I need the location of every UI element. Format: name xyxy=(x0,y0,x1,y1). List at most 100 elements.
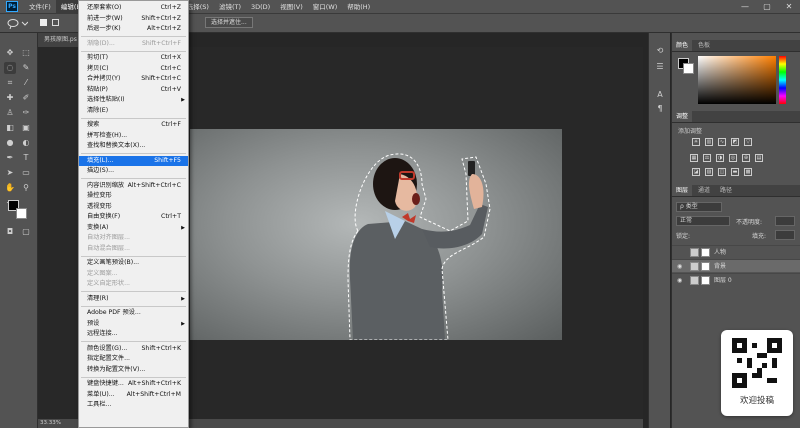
minimize-icon[interactable]: — xyxy=(734,0,756,14)
quick-mask-icon[interactable]: ◘ xyxy=(4,226,16,238)
new-selection-icon[interactable] xyxy=(40,19,47,26)
edit-menu-item[interactable]: 查找和替换文本(X)... xyxy=(79,141,188,151)
document-image[interactable] xyxy=(190,129,562,340)
edit-menu-item[interactable]: 预设 ▶ xyxy=(79,319,188,329)
visibility-eye-icon[interactable]: ◉ xyxy=(677,274,682,287)
edit-menu-item[interactable]: 透视变形 xyxy=(79,202,188,212)
tab-color[interactable]: 颜色 xyxy=(672,40,693,51)
menu-6[interactable]: 滤镜(T) xyxy=(214,0,246,14)
edit-menu-item[interactable]: 填充(L)... Shift+F5 xyxy=(79,155,188,166)
paragraph-panel-icon[interactable]: ¶ xyxy=(654,103,666,115)
shape-tool-icon[interactable]: ▭ xyxy=(20,167,32,179)
edit-menu-item[interactable]: 颜色设置(G)... Shift+Ctrl+K xyxy=(79,344,188,354)
brightness-icon[interactable]: ☀ xyxy=(692,138,700,146)
edit-menu-item[interactable]: Adobe PDF 预设... xyxy=(79,308,188,318)
blur-tool-icon[interactable]: ● xyxy=(4,137,16,149)
edit-menu-item[interactable]: 拷贝(C) Ctrl+C xyxy=(79,64,188,74)
dodge-tool-icon[interactable]: ◐ xyxy=(20,137,32,149)
properties-panel-icon[interactable]: ☰ xyxy=(654,61,666,73)
edit-menu-item[interactable]: 拼写检查(H)... xyxy=(79,131,188,141)
color-bg-swatch[interactable] xyxy=(683,63,694,74)
lasso-tool-icon[interactable]: ◌ xyxy=(4,62,16,74)
pen-tool-icon[interactable]: ✒ xyxy=(4,152,16,164)
path-select-icon[interactable]: ➤ xyxy=(4,167,16,179)
edit-menu-item[interactable]: 描边(S)... xyxy=(79,166,188,176)
tab-adjustments[interactable]: 调整 xyxy=(672,111,693,122)
edit-menu-item[interactable]: 内容识别缩放 Alt+Shift+Ctrl+C xyxy=(79,181,188,191)
edit-menu-item[interactable]: 搜索 Ctrl+F xyxy=(79,120,188,130)
hue-slider[interactable] xyxy=(779,56,786,104)
edit-menu-item[interactable]: 定义画笔预设(B)... xyxy=(79,258,188,268)
color-picker-field[interactable] xyxy=(698,56,776,104)
zoom-tool-icon[interactable]: ⚲ xyxy=(20,182,32,194)
lasso-preset-icon[interactable] xyxy=(6,18,28,29)
stamp-tool-icon[interactable]: ♙ xyxy=(4,107,16,119)
levels-icon[interactable]: ▥ xyxy=(705,138,713,146)
vibrance-icon[interactable]: ▽ xyxy=(744,138,752,146)
screen-mode-icon[interactable]: ▢ xyxy=(20,226,32,238)
eyedropper-icon[interactable]: ⁄ xyxy=(20,77,32,89)
layer-row[interactable]: 人物 xyxy=(672,245,800,258)
quick-select-icon[interactable]: ✎ xyxy=(20,62,32,74)
close-icon[interactable]: ✕ xyxy=(778,0,800,14)
brush-tool-icon[interactable]: ✐ xyxy=(20,92,32,104)
posterize-icon[interactable]: ▨ xyxy=(705,168,713,176)
layer-filter-select[interactable]: ρ 类型 xyxy=(676,202,722,212)
channel-mixer-icon[interactable]: ⊕ xyxy=(742,154,750,162)
crop-tool-icon[interactable]: ⌗ xyxy=(4,77,16,89)
menu-9[interactable]: 窗口(W) xyxy=(308,0,343,14)
tab-paths[interactable]: 路径 xyxy=(716,185,736,196)
background-color-swatch[interactable] xyxy=(16,208,27,219)
move-tool-icon[interactable]: ✥ xyxy=(4,47,16,59)
type-tool-icon[interactable]: T xyxy=(20,152,32,164)
edit-menu-item[interactable]: 操控变形 xyxy=(79,191,188,201)
edit-menu-item[interactable]: 自由变换(F) Ctrl+T xyxy=(79,212,188,222)
edit-menu-item[interactable]: 粘贴(P) Ctrl+V xyxy=(79,85,188,95)
zoom-level[interactable]: 33.33% xyxy=(40,420,61,426)
selective-color-icon[interactable]: ▩ xyxy=(744,168,752,176)
tab-swatches[interactable]: 色板 xyxy=(694,40,714,51)
tab-layers[interactable]: 图层 xyxy=(672,185,693,196)
menu-7[interactable]: 3D(D) xyxy=(246,0,275,14)
eraser-tool-icon[interactable]: ◧ xyxy=(4,122,16,134)
layer-row[interactable]: ◉ 图层 0 xyxy=(672,273,800,286)
tab-channels[interactable]: 通道 xyxy=(694,185,714,196)
menu-8[interactable]: 视图(V) xyxy=(275,0,308,14)
edit-menu-item[interactable]: 远程连接... xyxy=(79,329,188,339)
color-lookup-icon[interactable]: ▤ xyxy=(755,154,763,162)
menu-0[interactable]: 文件(F) xyxy=(24,0,56,14)
blend-mode-select[interactable]: 正常 xyxy=(676,216,730,226)
layer-row[interactable]: ◉ 背景 xyxy=(672,259,800,272)
edit-menu-item[interactable]: 还原套索(O) Ctrl+Z xyxy=(79,3,188,13)
healing-brush-icon[interactable]: ✚ xyxy=(4,92,16,104)
edit-menu-item[interactable]: 清除(E) xyxy=(79,106,188,116)
invert-icon[interactable]: ◪ xyxy=(692,168,700,176)
opacity-input[interactable] xyxy=(775,216,795,226)
color-balance-icon[interactable]: ⚖ xyxy=(703,154,711,162)
edit-menu-item[interactable]: 合并拷贝(Y) Shift+Ctrl+C xyxy=(79,74,188,84)
edit-menu-item[interactable]: 前进一步(W) Shift+Ctrl+Z xyxy=(79,14,188,24)
edit-menu-item[interactable]: 变换(A) ▶ xyxy=(79,223,188,233)
edit-menu-item[interactable]: 指定配置文件... xyxy=(79,354,188,364)
gradient-map-icon[interactable]: ▬ xyxy=(731,168,739,176)
photo-filter-icon[interactable]: ◎ xyxy=(729,154,737,162)
edit-menu-item[interactable]: 清理(R) ▶ xyxy=(79,294,188,304)
gradient-tool-icon[interactable]: ▣ xyxy=(20,122,32,134)
edit-menu-item[interactable]: 剪切(T) Ctrl+X xyxy=(79,53,188,63)
fill-input[interactable] xyxy=(775,230,795,240)
black-white-icon[interactable]: ◑ xyxy=(716,154,724,162)
visibility-eye-icon[interactable]: ◉ xyxy=(677,260,682,273)
hand-tool-icon[interactable]: ✋ xyxy=(4,182,16,194)
select-and-mask-button[interactable]: 选择并遮住... xyxy=(205,17,253,28)
history-brush-icon[interactable]: ✑ xyxy=(20,107,32,119)
edit-menu-item[interactable]: 键盘快捷键... Alt+Shift+Ctrl+K xyxy=(79,379,188,389)
curves-icon[interactable]: ∿ xyxy=(718,138,726,146)
threshold-icon[interactable]: ◫ xyxy=(718,168,726,176)
hue-sat-icon[interactable]: ▦ xyxy=(690,154,698,162)
exposure-icon[interactable]: ◩ xyxy=(731,138,739,146)
edit-menu-item[interactable]: 工具栏... xyxy=(79,400,188,410)
edit-menu-item[interactable]: 转换为配置文件(V)... xyxy=(79,365,188,375)
edit-menu-item[interactable]: 选择性粘贴(I) ▶ xyxy=(79,95,188,105)
edit-menu-item[interactable]: 后退一步(K) Alt+Ctrl+Z xyxy=(79,24,188,34)
add-selection-icon[interactable] xyxy=(52,19,59,26)
